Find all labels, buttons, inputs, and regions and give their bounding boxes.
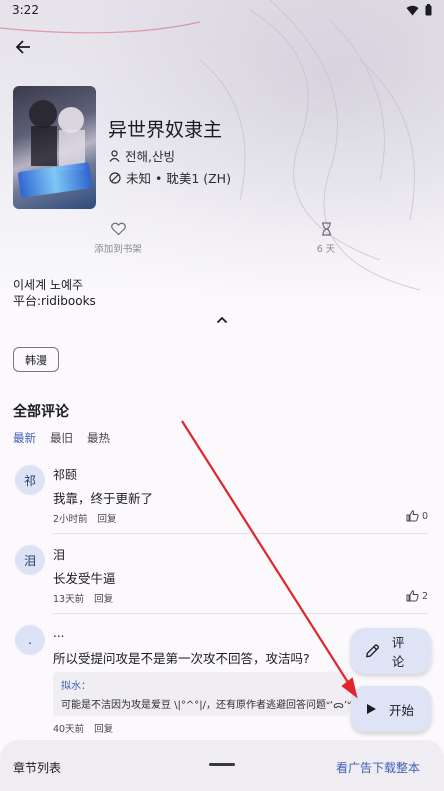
avatar[interactable]: 祁 [15, 465, 45, 495]
chapter-list-label[interactable]: 章节列表 [13, 759, 61, 776]
comment-time: 13天前 [53, 594, 85, 605]
comment-sort-tabs: 最新 最旧 最热 [13, 430, 110, 446]
arrow-left-icon [15, 40, 30, 54]
person-icon [109, 149, 120, 162]
avatar[interactable]: . [15, 625, 45, 655]
comment-meta: 2小时前 回复 [53, 511, 117, 525]
like-button[interactable]: 0 [406, 510, 428, 522]
platform-info: 平台:ridibooks [13, 294, 96, 308]
comment-author[interactable]: 泪 [53, 546, 65, 563]
write-comment-label: 评论 [391, 635, 405, 669]
comment-body: 长发受牛逼 [53, 571, 116, 586]
comment-author[interactable]: ... [53, 626, 64, 640]
reply-button[interactable]: 回复 [94, 721, 113, 735]
download-with-ad-link[interactable]: 看广告下载整本 [336, 759, 420, 776]
thumb-up-icon [406, 510, 419, 522]
add-to-library-button[interactable]: 添加到书架 [88, 222, 148, 255]
like-count: 0 [421, 510, 428, 522]
author-row: 전해,산빙 [109, 146, 175, 165]
alternative-title: 이세계 노예주 [13, 278, 84, 292]
add-to-library-label: 添加到书架 [94, 244, 142, 255]
comment-time: 40天前 [53, 724, 85, 735]
pencil-icon [366, 644, 379, 658]
status-bar: 3:22 [0, 0, 444, 20]
like-button[interactable]: 2 [406, 590, 428, 602]
comment-body: 所以受提问攻是不是第一次攻不回答，攻洁吗? [53, 651, 310, 666]
sort-tab-hottest[interactable]: 最热 [87, 430, 110, 446]
heart-outline-icon [110, 222, 126, 236]
comment-body: 我靠，终于更新了 [53, 491, 154, 506]
comments-section-title: 全部评论 [13, 404, 69, 420]
chapter-list-sheet[interactable]: 章节列表 看广告下载整本 [0, 740, 444, 791]
status-row: 未知 • 耽美1 (ZH) [109, 168, 231, 187]
quoted-reply-author: 拟水： [61, 681, 91, 692]
reply-button[interactable]: 回复 [94, 591, 113, 605]
comment-divider [53, 613, 428, 614]
comment-author[interactable]: 祁颐 [53, 466, 77, 483]
book-authors: 전해,산빙 [125, 149, 175, 164]
book-status-line: 未知 • 耽美1 (ZH) [126, 171, 231, 186]
back-button[interactable] [10, 34, 36, 60]
update-interval-label: 6 天 [316, 244, 336, 255]
collapse-description-button[interactable] [212, 312, 232, 328]
write-comment-fab[interactable]: 评论 [351, 628, 431, 674]
book-cover [13, 86, 96, 209]
sheet-drag-handle[interactable] [209, 763, 235, 766]
avatar[interactable]: 泪 [15, 545, 45, 575]
genre-tag[interactable]: 韩漫 [13, 347, 59, 372]
thumb-up-icon [406, 590, 419, 602]
block-icon [109, 171, 121, 184]
comment-meta: 13天前 回复 [53, 591, 113, 605]
sort-tab-oldest[interactable]: 最旧 [50, 430, 73, 446]
battery-icon [425, 4, 432, 16]
like-count: 2 [421, 590, 428, 602]
reply-button[interactable]: 回复 [98, 511, 117, 525]
start-reading-label: 开始 [389, 702, 415, 718]
chevron-up-icon [216, 316, 228, 324]
play-icon [367, 704, 376, 714]
book-title: 异世界奴隶主 [108, 119, 223, 141]
quoted-reply-text: 可能是不洁因为攻是爱豆 \|°^°|/，还有原作者逃避回答问题ᐡ‘ᯅ’ᐡ [61, 700, 351, 711]
wifi-icon [406, 5, 419, 15]
comment-meta: 40天前 回复 [53, 721, 113, 735]
status-time: 3:22 [12, 3, 39, 17]
quoted-reply[interactable]: 拟水： 可能是不洁因为攻是爱豆 \|°^°|/，还有原作者逃避回答问题ᐡ‘ᯅ’ᐡ [53, 672, 351, 716]
update-interval-button[interactable]: 6 天 [300, 222, 352, 255]
comment-time: 2小时前 [53, 514, 88, 525]
comment-divider [53, 533, 428, 534]
start-reading-fab[interactable]: 开始 [351, 686, 431, 732]
hourglass-icon [321, 222, 331, 236]
status-icons [406, 4, 432, 16]
sort-tab-newest[interactable]: 最新 [13, 430, 36, 446]
